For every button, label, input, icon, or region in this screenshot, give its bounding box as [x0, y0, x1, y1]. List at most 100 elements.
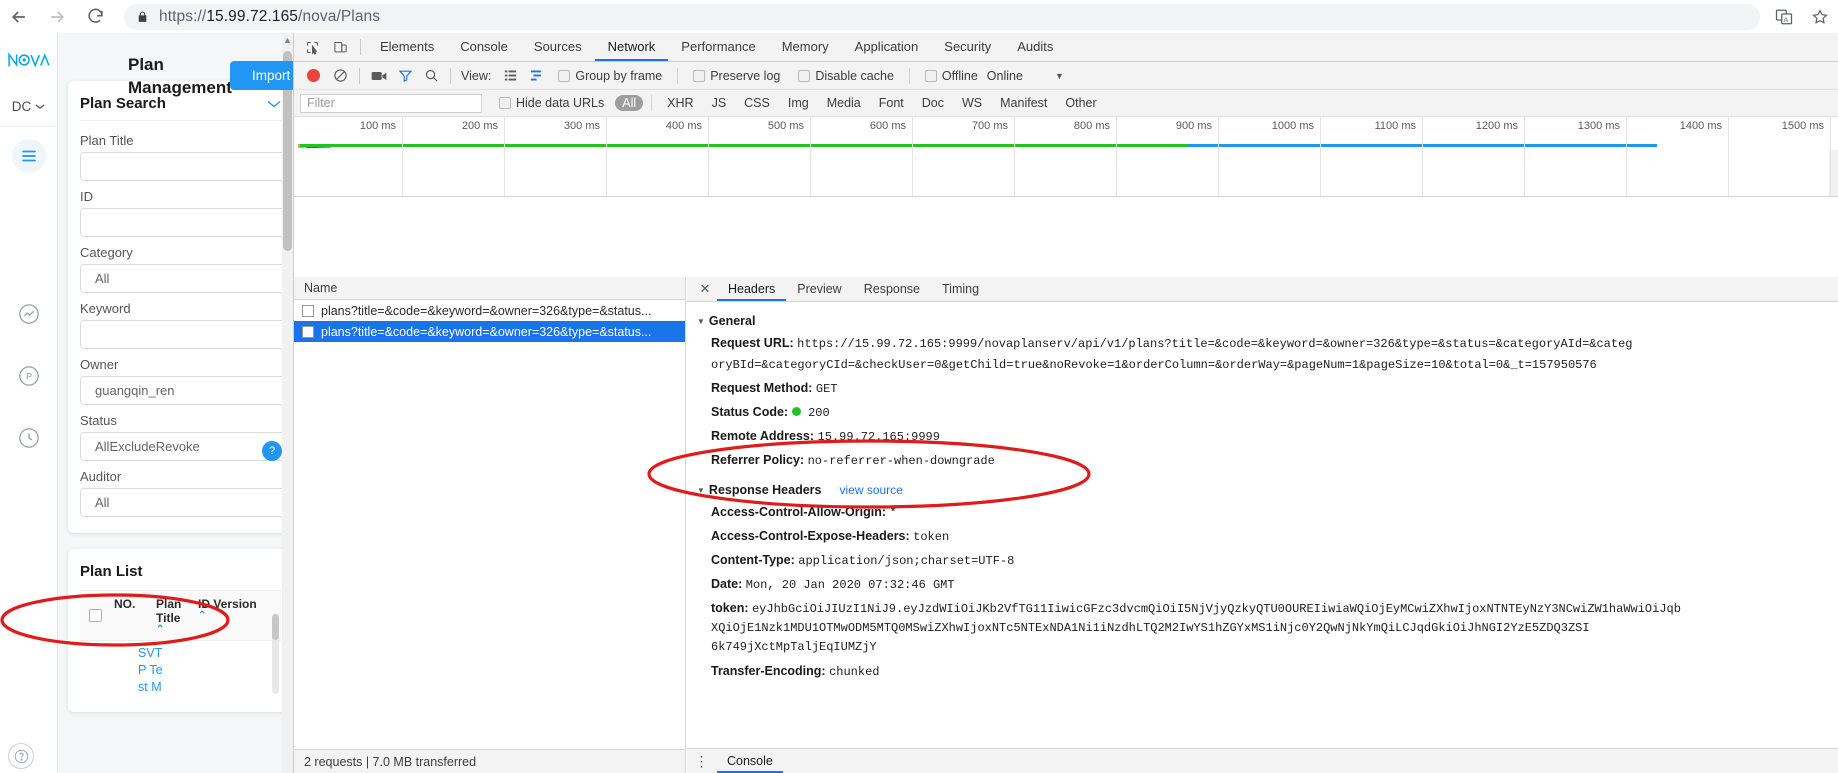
response-headers-section-header[interactable]: ▼ Response Headers view source — [697, 483, 1838, 497]
help-badge[interactable]: ? — [262, 441, 282, 461]
tab-network[interactable]: Network — [594, 33, 669, 61]
dc-selector[interactable]: DC — [0, 87, 57, 127]
type-filter-img[interactable]: Img — [781, 95, 816, 111]
id-input[interactable] — [80, 208, 285, 237]
sort-asc-icon[interactable]: ⌃ — [198, 611, 262, 621]
preserve-log-checkbox[interactable]: Preserve log — [693, 69, 780, 83]
forward-arrow-icon[interactable] — [38, 0, 76, 33]
type-filter-manifest[interactable]: Manifest — [993, 95, 1054, 111]
plan-table-scrollbar[interactable] — [272, 614, 279, 694]
type-filter-css[interactable]: CSS — [737, 95, 777, 111]
type-filter-other[interactable]: Other — [1058, 95, 1103, 111]
type-filter-media[interactable]: Media — [820, 95, 868, 111]
triangle-down-icon[interactable]: ▼ — [697, 317, 705, 326]
tab-sources[interactable]: Sources — [521, 33, 595, 61]
star-icon[interactable] — [1802, 0, 1838, 33]
table-row[interactable]: P Te — [138, 662, 281, 679]
group-by-frame-checkbox[interactable]: Group by frame — [558, 69, 662, 83]
general-section-header[interactable]: ▼ General — [697, 314, 1838, 328]
checkbox-box — [924, 69, 937, 82]
type-filter-js[interactable]: JS — [705, 95, 734, 111]
type-filter-xhr[interactable]: XHR — [660, 95, 700, 111]
tab-performance[interactable]: Performance — [668, 33, 768, 61]
filter-funnel-icon[interactable] — [392, 63, 418, 89]
keyword-input[interactable] — [80, 320, 285, 349]
page-scrollbar[interactable]: ▲ — [282, 33, 293, 773]
detail-tab-preview[interactable]: Preview — [786, 277, 852, 301]
column-no[interactable]: NO. — [110, 597, 152, 634]
plan-table: NO. Plan Title ⌃ ID.Version ⌃ SVT P Te s… — [80, 590, 281, 696]
request-checkbox[interactable] — [302, 304, 314, 317]
sidebar-item-plans[interactable] — [0, 127, 57, 185]
detail-tab-timing[interactable]: Timing — [931, 277, 990, 301]
drawer-tab-console[interactable]: Console — [717, 749, 783, 773]
category-select[interactable]: All — [80, 264, 285, 293]
owner-select[interactable]: guangqin_ren — [80, 376, 285, 405]
waterfall-view-icon[interactable] — [523, 63, 549, 89]
request-row[interactable]: plans?title=&code=&keyword=&owner=326&ty… — [294, 300, 685, 321]
header-value: 15.99.72.165:9999 — [817, 430, 940, 444]
header-value: Mon, 20 Jan 2020 07:32:46 GMT — [745, 578, 955, 592]
filter-input[interactable]: Filter — [300, 93, 482, 113]
tab-audits[interactable]: Audits — [1004, 33, 1066, 61]
translate-icon[interactable]: A — [1766, 0, 1802, 33]
hide-data-urls-checkbox[interactable]: Hide data URLs — [499, 96, 604, 110]
import-button[interactable]: Import — [230, 61, 293, 90]
detail-tab-response[interactable]: Response — [853, 277, 931, 301]
chevron-down-icon[interactable]: ▼ — [1055, 71, 1064, 81]
sidebar-item-history[interactable] — [0, 409, 57, 467]
triangle-down-icon[interactable]: ▼ — [697, 486, 705, 495]
clear-icon[interactable] — [327, 63, 353, 89]
view-source-link[interactable]: view source — [839, 483, 902, 497]
plan-title-input[interactable] — [80, 152, 285, 181]
request-list-header[interactable]: Name — [294, 277, 685, 300]
tab-elements[interactable]: Elements — [367, 33, 447, 61]
close-icon[interactable]: ✕ — [693, 281, 717, 297]
throttling-value[interactable]: Online — [987, 69, 1023, 83]
token-value-line-1: eyJhbGciOiJIUzI1NiJ9.eyJzdWIiOiJKb2VfTG1… — [751, 602, 1681, 616]
reload-icon[interactable] — [76, 0, 114, 33]
inspect-element-icon[interactable] — [298, 34, 326, 61]
offline-checkbox[interactable]: Offline — [924, 69, 978, 83]
request-checkbox[interactable] — [302, 325, 314, 338]
sidebar-item-projects[interactable]: P — [0, 347, 57, 405]
network-overview-timeline[interactable]: 100 ms 200 ms 300 ms 400 ms 500 ms 600 ms 700 … — [294, 117, 1838, 197]
address-bar[interactable]: https://15.99.72.165/nova/Plans — [124, 3, 1760, 30]
devtools-panel: Elements Console Sources Network Perform… — [293, 33, 1838, 773]
help-circle-icon[interactable] — [8, 743, 34, 769]
status-ok-dot-icon — [791, 407, 801, 416]
detail-tab-headers[interactable]: Headers — [717, 277, 787, 301]
column-id-version[interactable]: ID.Version ⌃ — [194, 597, 266, 634]
header-access-control-expose-headers: Access-Control-Expose-Headers: token — [697, 525, 1838, 549]
device-toolbar-icon[interactable] — [326, 34, 354, 61]
type-filter-doc[interactable]: Doc — [915, 95, 951, 111]
header-token: token: eyJhbGciOiJIUzI1NiJ9.eyJzdWIiOiJK… — [697, 597, 1838, 619]
table-row[interactable]: SVT — [138, 645, 281, 662]
type-filter-ws[interactable]: WS — [955, 95, 989, 111]
table-row[interactable]: st M — [138, 679, 281, 696]
tab-memory[interactable]: Memory — [769, 33, 842, 61]
screenshot-camera-icon[interactable] — [366, 63, 392, 89]
request-row-selected[interactable]: plans?title=&code=&keyword=&owner=326&ty… — [294, 321, 685, 342]
type-filter-font[interactable]: Font — [872, 95, 911, 111]
chevron-down-icon[interactable] — [267, 100, 281, 108]
more-options-icon[interactable]: ⋮ — [687, 753, 717, 770]
record-button-icon[interactable] — [307, 69, 320, 82]
sort-asc-icon[interactable]: ⌃ — [156, 625, 190, 635]
list-view-icon[interactable] — [497, 63, 523, 89]
sidebar-item-analytics[interactable] — [0, 285, 57, 343]
column-plan-title[interactable]: Plan Title ⌃ — [152, 597, 194, 635]
status-select[interactable]: AllExcludeRevoke — [80, 432, 285, 461]
header-remote-address: Remote Address: 15.99.72.165:9999 — [697, 425, 1838, 449]
back-arrow-icon[interactable] — [0, 0, 38, 33]
auditor-select[interactable]: All — [80, 488, 285, 517]
tab-security[interactable]: Security — [931, 33, 1004, 61]
disable-cache-checkbox[interactable]: Disable cache — [798, 69, 894, 83]
field-label: Plan Title — [80, 133, 134, 148]
tab-console[interactable]: Console — [447, 33, 521, 61]
type-filter-all[interactable]: All — [615, 95, 644, 111]
tab-application[interactable]: Application — [842, 33, 932, 61]
select-all-checkbox[interactable] — [80, 597, 110, 634]
scroll-up-arrow-icon[interactable]: ▲ — [283, 35, 292, 45]
search-icon[interactable] — [418, 63, 444, 89]
